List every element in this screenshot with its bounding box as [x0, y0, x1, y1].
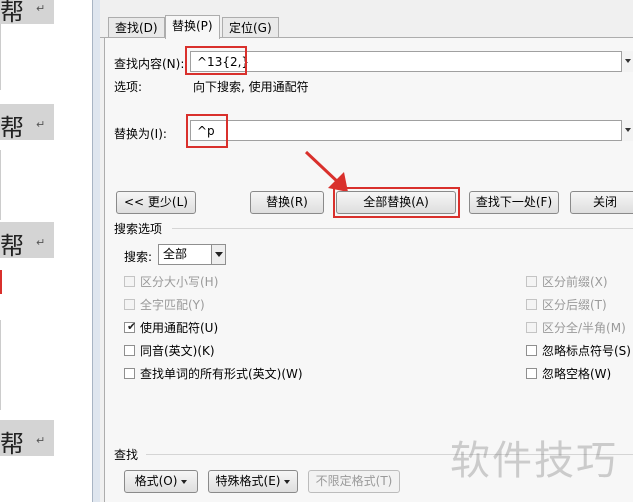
wildcards-label: 使用通配符(U): [140, 321, 219, 335]
doc-text: 帮: [0, 0, 24, 26]
document-area: 帮 ↵ 帮 ↵ 帮 ↵ 帮 ↵: [0, 0, 92, 502]
format-button-label: 格式(O): [134, 474, 178, 488]
special-format-button[interactable]: 特殊格式(E): [208, 470, 298, 493]
red-marker: [0, 270, 2, 294]
replace-label: 替换为(I):: [114, 127, 167, 141]
doc-line-1: 帮 ↵: [0, 0, 54, 26]
replace-history-dropdown[interactable]: [621, 120, 633, 141]
find-label: 查找内容(N):: [114, 57, 185, 71]
ignore-whitespace-checkbox[interactable]: [526, 368, 537, 379]
find-history-dropdown[interactable]: [621, 51, 633, 72]
doc-margin-line: [0, 320, 1, 410]
all-word-forms-checkbox[interactable]: [124, 368, 135, 379]
tab-find[interactable]: 查找(D): [108, 17, 165, 38]
ignore-punctuation-label: 忽略标点符号(S): [542, 344, 631, 358]
sounds-like-label: 同音(英文)(K): [140, 344, 215, 358]
find-highlight-box: [185, 46, 247, 75]
doc-margin-line: [0, 20, 1, 90]
chevron-down-icon: [211, 245, 225, 264]
width-checkbox[interactable]: [526, 322, 537, 333]
ignore-whitespace-label: 忽略空格(W): [542, 367, 612, 381]
less-button[interactable]: << 更少(L): [116, 191, 196, 214]
doc-text: 帮: [0, 232, 24, 260]
whole-word-label: 全字匹配(Y): [140, 298, 205, 312]
wildcards-checkbox[interactable]: ✔: [124, 320, 137, 333]
search-direction-select[interactable]: 全部: [158, 244, 226, 265]
find-input[interactable]: ^13{2,}: [190, 51, 633, 72]
special-format-label: 特殊格式(E): [215, 474, 281, 488]
match-case-label: 区分大小写(H): [140, 275, 219, 289]
options-label: 选项:: [114, 80, 143, 94]
doc-text: 帮: [0, 430, 24, 458]
chevron-down-icon: [284, 479, 291, 484]
match-suffix-checkbox[interactable]: [526, 299, 537, 310]
doc-line-3: 帮 ↵: [0, 222, 54, 260]
match-suffix-label: 区分后缀(T): [542, 298, 607, 312]
match-case-checkbox[interactable]: [124, 276, 135, 287]
no-formatting-button[interactable]: 不限定格式(T): [308, 470, 400, 493]
search-direction-label: 搜索:: [124, 250, 153, 264]
close-button[interactable]: 关闭: [570, 191, 633, 214]
match-prefix-label: 区分前缀(X): [542, 275, 608, 289]
replace-button[interactable]: 替换(R): [250, 191, 324, 214]
paragraph-mark-icon: ↵: [36, 118, 46, 131]
find-replace-dialog: 查找(D) 替换(P) 定位(G) 查找内容(N): ^13{2,} 选项: 向…: [100, 0, 633, 502]
find-section-title: 查找: [114, 448, 139, 462]
find-next-button[interactable]: 查找下一处(F): [469, 191, 559, 214]
ignore-punctuation-checkbox[interactable]: [526, 345, 537, 356]
tab-bar: 查找(D) 替换(P) 定位(G): [100, 0, 633, 39]
doc-line-2: 帮 ↵: [0, 104, 54, 142]
chevron-down-icon: [181, 479, 188, 484]
all-word-forms-label: 查找单词的所有形式(英文)(W): [140, 367, 303, 381]
width-label: 区分全/半角(M): [542, 321, 626, 335]
section-divider: [172, 228, 633, 229]
options-value: 向下搜索, 使用通配符: [193, 80, 309, 94]
doc-margin-line: [0, 150, 1, 220]
replace-all-highlight-box: [333, 187, 460, 218]
watermark-text: 软件技巧: [450, 438, 618, 484]
paragraph-mark-icon: ↵: [36, 434, 46, 447]
paragraph-mark-icon: ↵: [36, 236, 46, 249]
match-prefix-checkbox[interactable]: [526, 276, 537, 287]
replace-input[interactable]: ^p: [190, 120, 633, 141]
format-button[interactable]: 格式(O): [124, 470, 198, 493]
tab-goto[interactable]: 定位(G): [222, 17, 279, 38]
search-direction-value: 全部: [163, 247, 188, 261]
sounds-like-checkbox[interactable]: [124, 345, 135, 356]
replace-highlight-box: [186, 114, 228, 148]
tab-replace[interactable]: 替换(P): [165, 15, 220, 39]
doc-text: 帮: [0, 114, 24, 142]
paragraph-mark-icon: ↵: [36, 2, 46, 15]
search-options-title: 搜索选项: [114, 222, 163, 236]
whole-word-checkbox[interactable]: [124, 299, 135, 310]
doc-line-4: 帮 ↵: [0, 420, 54, 458]
check-icon: ✔: [127, 320, 137, 333]
